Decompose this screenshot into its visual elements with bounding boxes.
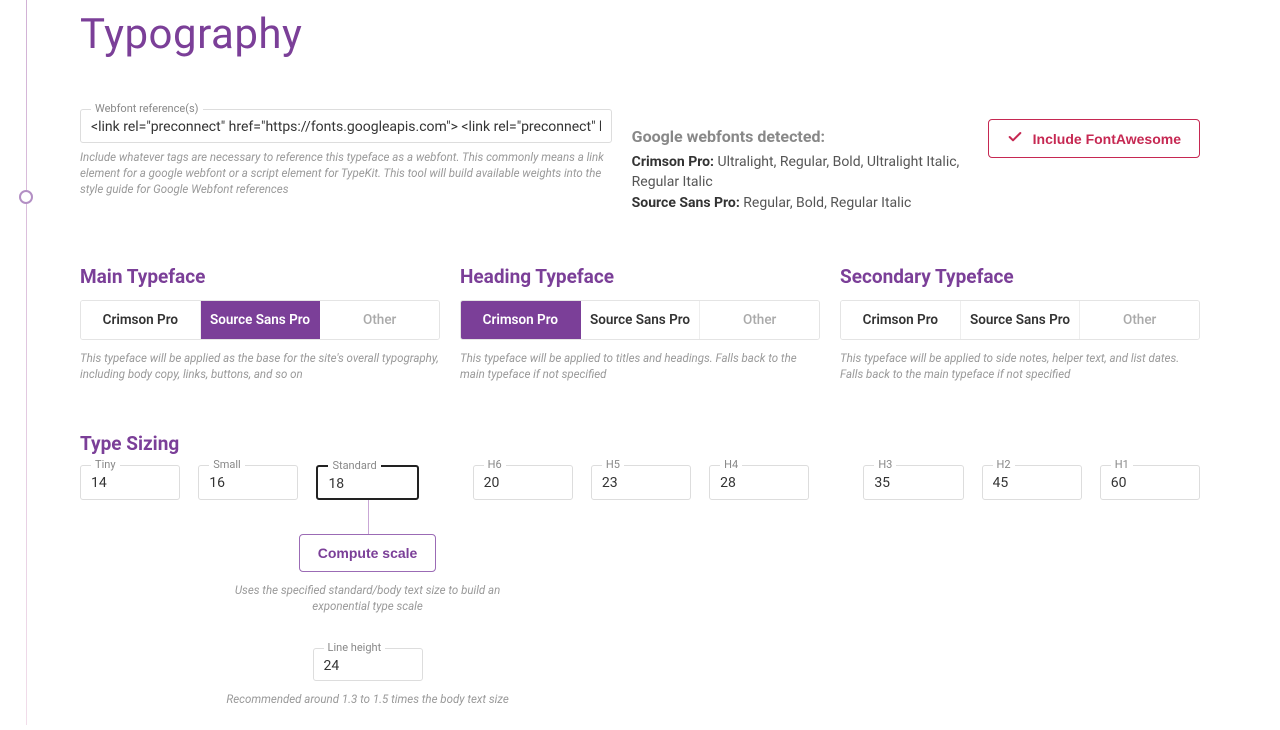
size-h2-input[interactable] <box>993 475 1071 491</box>
main-typeface-help: This typeface will be applied as the bas… <box>80 350 440 382</box>
secondary-typeface-opt-crimson[interactable]: Crimson Pro <box>841 301 961 339</box>
main-typeface-opt-crimson[interactable]: Crimson Pro <box>81 301 201 339</box>
secondary-typeface-segment: Crimson Pro Source Sans Pro Other <box>840 300 1200 340</box>
timeline-dot <box>19 190 33 204</box>
size-h3[interactable]: H3 <box>863 465 963 500</box>
size-h2[interactable]: H2 <box>982 465 1082 500</box>
size-label: Small <box>209 458 245 471</box>
line-height-field[interactable]: Line height <box>313 648 423 681</box>
type-sizing-title: Type Sizing <box>80 432 1200 455</box>
size-tiny-input[interactable] <box>91 475 169 491</box>
size-label: Standard <box>328 459 380 472</box>
webfont-label: Webfont reference(s) <box>91 102 203 115</box>
heading-typeface-opt-source-sans[interactable]: Source Sans Pro <box>581 301 701 339</box>
size-h3-input[interactable] <box>874 475 952 491</box>
detected-family-name: Crimson Pro: <box>632 154 714 170</box>
size-h4[interactable]: H4 <box>709 465 809 500</box>
size-label: H5 <box>602 458 624 471</box>
main-typeface-segment: Crimson Pro Source Sans Pro Other <box>80 300 440 340</box>
size-label: H1 <box>1111 458 1133 471</box>
main-typeface-block: Main Typeface Crimson Pro Source Sans Pr… <box>80 265 440 382</box>
secondary-typeface-help: This typeface will be applied to side no… <box>840 350 1200 382</box>
check-icon <box>1007 129 1023 148</box>
heading-typeface-segment: Crimson Pro Source Sans Pro Other <box>460 300 820 340</box>
main-typeface-opt-source-sans[interactable]: Source Sans Pro <box>201 301 321 339</box>
detected-title: Google webfonts detected: <box>632 127 968 146</box>
size-h5[interactable]: H5 <box>591 465 691 500</box>
secondary-typeface-block: Secondary Typeface Crimson Pro Source Sa… <box>840 265 1200 382</box>
size-h1[interactable]: H1 <box>1100 465 1200 500</box>
main-typeface-title: Main Typeface <box>80 265 440 288</box>
secondary-typeface-opt-other[interactable]: Other <box>1080 301 1199 339</box>
webfont-field[interactable]: Webfont reference(s) <box>80 109 612 143</box>
include-fontawesome-button[interactable]: Include FontAwesome <box>988 119 1200 158</box>
line-height-input[interactable] <box>324 658 412 674</box>
main-typeface-opt-other[interactable]: Other <box>320 301 439 339</box>
size-label: H4 <box>720 458 742 471</box>
secondary-typeface-title: Secondary Typeface <box>840 265 1200 288</box>
heading-typeface-opt-other[interactable]: Other <box>700 301 819 339</box>
compute-scale-button[interactable]: Compute scale <box>299 534 437 572</box>
size-label: H2 <box>993 458 1015 471</box>
size-h6[interactable]: H6 <box>473 465 573 500</box>
heading-typeface-block: Heading Typeface Crimson Pro Source Sans… <box>460 265 820 382</box>
heading-typeface-title: Heading Typeface <box>460 265 820 288</box>
page-title: Typography <box>80 10 1200 59</box>
size-label: H6 <box>484 458 506 471</box>
heading-typeface-help: This typeface will be applied to titles … <box>460 350 820 382</box>
size-label: Tiny <box>91 458 120 471</box>
connector-line <box>368 500 369 534</box>
size-standard[interactable]: Standard <box>316 465 418 500</box>
size-h1-input[interactable] <box>1111 475 1189 491</box>
include-fontawesome-label: Include FontAwesome <box>1033 131 1181 147</box>
size-label: H3 <box>874 458 896 471</box>
size-h4-input[interactable] <box>720 475 798 491</box>
detected-family-name: Source Sans Pro: <box>632 195 740 211</box>
size-h5-input[interactable] <box>602 475 680 491</box>
webfont-input[interactable] <box>91 119 601 135</box>
heading-typeface-opt-crimson[interactable]: Crimson Pro <box>461 301 581 339</box>
detected-family-weights: Regular, Bold, Regular Italic <box>743 195 911 211</box>
line-height-help: Recommended around 1.3 to 1.5 times the … <box>208 691 528 707</box>
detected-fonts: Google webfonts detected: Crimson Pro: U… <box>632 109 968 213</box>
size-standard-input[interactable] <box>328 476 406 492</box>
secondary-typeface-opt-source-sans[interactable]: Source Sans Pro <box>961 301 1081 339</box>
line-height-label: Line height <box>324 641 386 654</box>
compute-scale-help: Uses the specified standard/body text si… <box>218 582 518 614</box>
compute-scale-label: Compute scale <box>318 545 418 561</box>
timeline-line <box>26 0 27 725</box>
size-small-input[interactable] <box>209 475 287 491</box>
size-h6-input[interactable] <box>484 475 562 491</box>
size-small[interactable]: Small <box>198 465 298 500</box>
webfont-help: Include whatever tags are necessary to r… <box>80 149 612 197</box>
size-tiny[interactable]: Tiny <box>80 465 180 500</box>
